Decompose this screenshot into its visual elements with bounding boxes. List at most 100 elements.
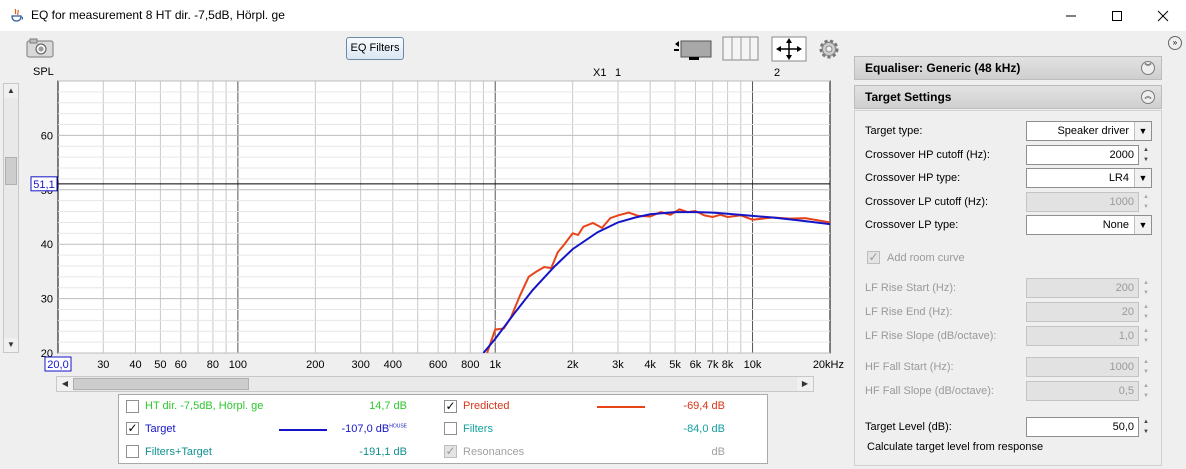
spin-up-icon: ▲ xyxy=(1143,359,1149,365)
target-level-value[interactable]: 50,0 xyxy=(1026,417,1139,437)
legend-checkbox-predicted[interactable]: ✓ xyxy=(444,400,457,413)
legend-label-filters-target: Filters+Target xyxy=(145,446,212,458)
x-tick-label: 8k xyxy=(722,359,734,371)
scroll-right-arrow-icon[interactable]: ▶ xyxy=(797,377,813,391)
close-button[interactable] xyxy=(1140,0,1186,31)
x-tick-label: 100 xyxy=(229,359,247,371)
spin-up-icon: ▲ xyxy=(1143,280,1149,286)
horizontal-scroll-thumb[interactable] xyxy=(73,378,249,390)
cursor-level-label: 51,1 xyxy=(33,179,54,191)
legend-value-measurement: 14,7 dB xyxy=(369,400,407,412)
x-tick-label: 2k xyxy=(567,359,579,371)
legend-label-resonances: Resonances xyxy=(463,446,525,458)
lp-type-select[interactable]: None ▼ xyxy=(1026,215,1152,235)
spin-down-icon: ▼ xyxy=(1143,393,1149,399)
spin-down-icon[interactable]: ▼ xyxy=(1140,155,1152,165)
target-type-value: Speaker driver xyxy=(1057,125,1129,137)
frequency-response-chart[interactable]: 203040506051,130405060801002003004006008… xyxy=(20,76,850,376)
chevron-down-icon: ▼ xyxy=(1134,122,1151,140)
pan-arrows-icon xyxy=(771,36,807,62)
scroll-down-arrow-icon[interactable]: ▼ xyxy=(4,338,18,352)
spin-down-icon: ▼ xyxy=(1143,290,1149,296)
x-tick-label: 20kHz xyxy=(813,359,844,371)
hp-cutoff-spinner[interactable]: 2000 ▲ ▼ xyxy=(1026,145,1152,165)
spin-down-icon: ▼ xyxy=(1143,338,1149,344)
spin-down-icon[interactable]: ▼ xyxy=(1140,427,1152,437)
legend-label-predicted: Predicted xyxy=(463,400,510,412)
eq-filters-button[interactable]: EQ Filters xyxy=(346,37,404,60)
x-tick-label: 4k xyxy=(644,359,656,371)
spin-up-icon[interactable]: ▲ xyxy=(1140,417,1152,427)
x-tick-label: 60 xyxy=(175,359,187,371)
lf-rise-start-label: LF Rise Start (Hz): xyxy=(865,282,957,294)
hp-type-select[interactable]: LR4 ▼ xyxy=(1026,168,1152,188)
window-client: EQ Filters SPL X1 1 2 ▲ ▼ 20 30 40 60 51… xyxy=(0,31,1186,469)
x-start-label: 20,0 xyxy=(47,359,68,371)
x-tick-label: 7k xyxy=(707,359,719,371)
settings-button[interactable] xyxy=(817,37,841,61)
settings-pane: » Equaliser: Generic (48 kHz) ︾ Target S… xyxy=(852,31,1186,469)
chevron-down-icon: ▼ xyxy=(1134,216,1151,234)
spin-down-icon: ▼ xyxy=(1143,204,1149,210)
legend-panel: HT dir. -7,5dB, Hörpl. ge 14,7 dB ✓ Pred… xyxy=(118,394,768,464)
lp-cutoff-label: Crossover LP cutoff (Hz): xyxy=(865,196,989,208)
spin-up-icon: ▲ xyxy=(1143,194,1149,200)
lf-rise-slope-value: 1,0 xyxy=(1026,326,1139,346)
legend-value-resonances: dB xyxy=(711,446,725,458)
chevron-down-icon: ▼ xyxy=(1134,169,1151,187)
graph-layout-icon xyxy=(674,40,712,60)
vertical-scrollbar[interactable]: ▲ ▼ xyxy=(3,83,19,353)
legend-checkbox-filters[interactable] xyxy=(444,422,457,435)
y-tick-label: 60 xyxy=(41,130,53,142)
screenshot-button[interactable] xyxy=(25,37,55,59)
hp-cutoff-value[interactable]: 2000 xyxy=(1026,145,1139,165)
legend-checkbox-filters-target[interactable] xyxy=(126,445,139,458)
legend-checkbox-measurement[interactable] xyxy=(126,400,139,413)
spin-up-icon[interactable]: ▲ xyxy=(1140,145,1152,155)
target-type-select[interactable]: Speaker driver ▼ xyxy=(1026,121,1152,141)
camera-icon xyxy=(26,38,54,58)
window-title: EQ for measurement 8 HT dir. -7,5dB, Hör… xyxy=(31,8,285,22)
horizontal-scrollbar[interactable]: ◀ ▶ xyxy=(56,376,814,392)
expand-panel-icon[interactable]: » xyxy=(1168,36,1182,50)
pan-button[interactable] xyxy=(771,36,807,62)
target-level-spinner[interactable]: 50,0 ▲ ▼ xyxy=(1026,417,1152,437)
x-tick-label: 5k xyxy=(669,359,681,371)
calculate-target-level-link[interactable]: Calculate target level from response xyxy=(867,441,1043,453)
legend-checkbox-target[interactable]: ✓ xyxy=(126,422,139,435)
chevron-down-icon[interactable]: ︾ xyxy=(1141,61,1155,75)
hf-fall-start-spinner: 1000 ▲ ▼ xyxy=(1026,357,1152,377)
graph-layout-button[interactable] xyxy=(673,37,713,61)
spin-up-icon: ▲ xyxy=(1143,328,1149,334)
x-tick-label: 6k xyxy=(690,359,702,371)
hf-fall-slope-value: 0,5 xyxy=(1026,381,1139,401)
lp-cutoff-value: 1000 xyxy=(1026,192,1139,212)
target-level-label: Target Level (dB): xyxy=(865,421,952,433)
maximize-button[interactable] xyxy=(1094,0,1140,31)
x-tick-label: 40 xyxy=(129,359,141,371)
add-room-curve-checkbox: ✓ xyxy=(867,250,880,264)
scroll-left-arrow-icon[interactable]: ◀ xyxy=(57,377,73,391)
spin-down-icon: ▼ xyxy=(1143,369,1149,375)
hp-cutoff-label: Crossover HP cutoff (Hz): xyxy=(865,149,990,161)
equaliser-header[interactable]: Equaliser: Generic (48 kHz) ︾ xyxy=(854,56,1162,80)
legend-line-target xyxy=(279,429,327,431)
controls-button[interactable] xyxy=(722,36,760,62)
lf-rise-end-spinner: 20 ▲ ▼ xyxy=(1026,302,1152,322)
legend-label-measurement: HT dir. -7,5dB, Hörpl. ge xyxy=(145,400,264,412)
target-type-label: Target type: xyxy=(865,125,923,137)
scroll-up-arrow-icon[interactable]: ▲ xyxy=(4,84,18,98)
graph-pane: EQ Filters SPL X1 1 2 ▲ ▼ 20 30 40 60 51… xyxy=(0,31,850,469)
chevron-up-icon[interactable]: ︽ xyxy=(1141,90,1155,104)
lp-type-value: None xyxy=(1102,219,1129,231)
add-room-curve-label: Add room curve xyxy=(887,252,965,264)
minimize-button[interactable] xyxy=(1048,0,1094,31)
target-settings-header[interactable]: Target Settings ︽ xyxy=(854,85,1162,109)
vertical-scroll-thumb[interactable] xyxy=(5,157,17,185)
x-tick-label: 50 xyxy=(154,359,166,371)
gear-icon xyxy=(819,39,839,59)
hf-fall-start-label: HF Fall Start (Hz): xyxy=(865,361,954,373)
lf-rise-slope-spinner: 1,0 ▲ ▼ xyxy=(1026,326,1152,346)
x-tick-label: 600 xyxy=(429,359,447,371)
y-tick-label: 30 xyxy=(41,294,53,306)
